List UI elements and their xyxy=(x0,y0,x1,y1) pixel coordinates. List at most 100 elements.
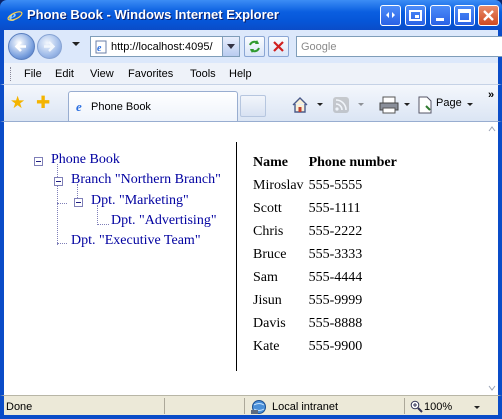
cell-phone: 555-8888 xyxy=(308,316,363,331)
zoom-icon[interactable] xyxy=(410,400,423,413)
favorites-center-icon[interactable]: ★ xyxy=(10,94,25,111)
page-menu-label[interactable]: Page xyxy=(436,97,462,109)
zoom-dropdown-icon[interactable] xyxy=(474,406,480,409)
scroll-up-icon[interactable] xyxy=(486,124,498,134)
cell-phone: 555-9900 xyxy=(308,339,363,354)
tree-node-northern-branch[interactable]: Branch "Northern Branch" xyxy=(71,172,221,188)
cell-name: Kate xyxy=(253,339,280,354)
cell-phone: 555-9999 xyxy=(308,293,363,308)
ie-page-icon: e xyxy=(76,99,82,113)
home-dropdown-icon[interactable] xyxy=(317,103,323,106)
page-icon: e xyxy=(95,40,107,54)
stop-button[interactable] xyxy=(268,36,289,57)
table-row: Miroslav 555-5555 xyxy=(253,178,402,201)
zoom-level[interactable]: 100% xyxy=(424,401,452,413)
table-row: Scott 555-1111 xyxy=(253,201,402,224)
cell-phone: 555-4444 xyxy=(308,270,363,285)
cell-name: Bruce xyxy=(253,247,287,262)
restore-tab-icon[interactable] xyxy=(380,5,401,26)
add-favorite-icon[interactable]: ✚ xyxy=(36,94,50,111)
column-header-phone: Phone number xyxy=(308,155,397,170)
cell-name: Scott xyxy=(253,201,282,216)
navigation-bar: e http://localhost:4095/ Google xyxy=(0,30,502,63)
back-button[interactable] xyxy=(8,33,35,60)
print-icon[interactable] xyxy=(378,95,400,115)
new-tab-button[interactable] xyxy=(240,95,266,117)
feeds-dropdown-icon[interactable] xyxy=(358,103,364,106)
print-dropdown-icon[interactable] xyxy=(404,103,410,106)
menu-grip xyxy=(10,67,13,81)
menu-favorites[interactable]: Favorites xyxy=(128,68,173,80)
search-placeholder: Google xyxy=(301,41,337,53)
home-icon[interactable] xyxy=(290,95,310,115)
table-row: Jisun 555-9999 xyxy=(253,293,402,316)
address-bar[interactable]: e http://localhost:4095/ xyxy=(90,36,240,57)
tree-line xyxy=(97,224,109,225)
menu-file[interactable]: File xyxy=(24,68,42,80)
tree-line xyxy=(57,243,67,244)
maximize-button[interactable] xyxy=(454,5,475,26)
table-row: Kate 555-9900 xyxy=(253,339,402,362)
feeds-icon[interactable] xyxy=(332,95,350,115)
status-separator xyxy=(404,398,405,414)
menu-help[interactable]: Help xyxy=(229,68,252,80)
tree-node-marketing[interactable]: Dpt. "Marketing" xyxy=(91,193,189,209)
svg-text:e: e xyxy=(97,43,102,54)
status-text: Done xyxy=(6,401,33,413)
page-content: Phone Book Branch "Northern Branch" Dpt.… xyxy=(0,122,502,395)
table-header-row: Name Phone number xyxy=(253,155,402,178)
cell-name: Sam xyxy=(253,270,278,285)
table-row: Sam 555-4444 xyxy=(253,270,402,293)
page-menu-icon[interactable] xyxy=(416,95,434,115)
refresh-icon xyxy=(249,40,260,53)
collapse-icon[interactable] xyxy=(74,198,83,207)
cell-name: Jisun xyxy=(253,293,282,308)
ie-logo-icon: e xyxy=(7,8,23,23)
more-commands-chevron[interactable]: » xyxy=(488,89,494,101)
refresh-button[interactable] xyxy=(244,36,265,57)
forward-button[interactable] xyxy=(37,34,62,59)
collapse-icon[interactable] xyxy=(34,157,43,166)
tab-label: Phone Book xyxy=(91,101,151,113)
address-dropdown-icon[interactable] xyxy=(222,37,239,56)
tab-bar: ★ ✚ e Phone Book Page » xyxy=(0,85,502,122)
search-box[interactable]: Google xyxy=(296,36,502,57)
scroll-down-icon[interactable] xyxy=(486,383,498,393)
fullscreen-icon[interactable] xyxy=(405,5,426,26)
local-intranet-icon xyxy=(251,400,266,414)
column-divider xyxy=(236,142,237,371)
status-separator xyxy=(164,398,165,414)
menu-edit[interactable]: Edit xyxy=(55,68,74,80)
menu-bar: File Edit View Favorites Tools Help xyxy=(0,63,502,85)
cell-phone: 555-3333 xyxy=(308,247,363,262)
svg-text:e: e xyxy=(76,99,82,113)
stop-icon xyxy=(273,41,284,52)
cell-phone: 555-5555 xyxy=(308,178,363,193)
title-bar: e Phone Book - Windows Internet Explorer xyxy=(0,0,502,30)
table-row: Davis 555-8888 xyxy=(253,316,402,339)
cell-phone: 555-1111 xyxy=(308,201,361,216)
page-dropdown-icon[interactable] xyxy=(467,103,473,106)
tab-phone-book[interactable]: e Phone Book xyxy=(68,91,238,121)
cell-phone: 555-2222 xyxy=(308,224,363,239)
column-header-name: Name xyxy=(253,155,288,170)
cell-name: Chris xyxy=(253,224,284,239)
phone-table: Name Phone number Miroslav 555-5555 Scott… xyxy=(253,155,402,362)
forward-arrow-icon xyxy=(44,41,56,52)
cell-name: Davis xyxy=(253,316,286,331)
status-separator xyxy=(244,398,245,414)
tree-node-advertising[interactable]: Dpt. "Advertising" xyxy=(111,213,217,229)
address-url[interactable]: http://localhost:4095/ xyxy=(111,41,219,53)
menu-tools[interactable]: Tools xyxy=(190,68,216,80)
cell-name: Miroslav xyxy=(253,178,304,193)
tree-node-phone-book[interactable]: Phone Book xyxy=(51,152,120,168)
recent-pages-dropdown-icon[interactable] xyxy=(72,42,80,46)
tree-line xyxy=(57,203,67,204)
collapse-icon[interactable] xyxy=(54,177,63,186)
tree-node-executive-team[interactable]: Dpt. "Executive Team" xyxy=(71,233,201,249)
menu-view[interactable]: View xyxy=(90,68,114,80)
close-button[interactable] xyxy=(478,5,499,26)
minimize-button[interactable] xyxy=(430,5,451,26)
back-arrow-icon xyxy=(14,41,26,52)
status-bar: Done Local intranet 100% xyxy=(0,395,502,419)
